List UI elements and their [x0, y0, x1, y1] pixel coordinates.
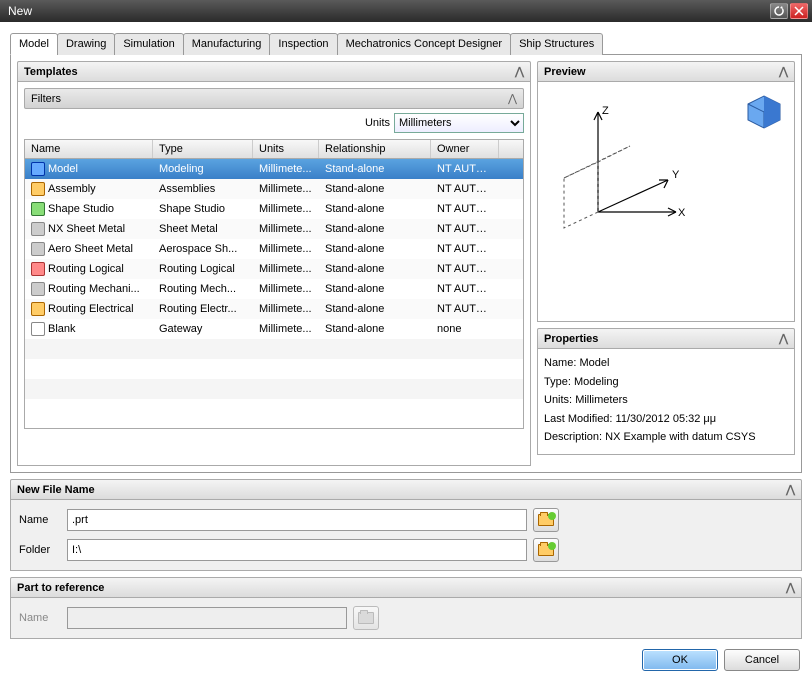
- browse-ref-button: [353, 606, 379, 630]
- file-icon: [31, 282, 45, 296]
- part-to-reference-header[interactable]: Part to reference ⋀: [10, 577, 802, 598]
- col-owner[interactable]: Owner: [431, 140, 499, 158]
- new-file-name-header[interactable]: New File Name ⋀: [10, 479, 802, 500]
- tab-drawing[interactable]: Drawing: [57, 33, 115, 55]
- ref-name-label: Name: [19, 612, 61, 624]
- reset-dialog-button[interactable]: [770, 3, 788, 19]
- file-icon: [31, 262, 45, 276]
- svg-text:Z: Z: [602, 105, 609, 117]
- cube-icon: [742, 90, 786, 134]
- chevron-up-icon: ⋀: [515, 65, 524, 78]
- name-label: Name: [19, 514, 61, 526]
- properties-header[interactable]: Properties ⋀: [537, 328, 795, 349]
- file-icon: [31, 322, 45, 336]
- new-file-name-label: New File Name: [17, 484, 95, 496]
- units-select[interactable]: Millimeters: [394, 113, 524, 133]
- file-icon: [31, 202, 45, 216]
- part-to-reference-label: Part to reference: [17, 582, 104, 594]
- folder-input[interactable]: [67, 539, 527, 561]
- preview-header-label: Preview: [544, 66, 586, 78]
- chevron-up-icon: ⋀: [508, 92, 517, 105]
- templates-grid: Name Type Units Relationship Owner Model…: [24, 139, 524, 429]
- chevron-up-icon: ⋀: [786, 581, 795, 594]
- close-button[interactable]: [790, 3, 808, 19]
- ok-button[interactable]: OK: [642, 649, 718, 671]
- col-rel[interactable]: Relationship: [319, 140, 431, 158]
- folder-icon: [538, 544, 554, 556]
- table-row: [25, 379, 523, 399]
- chevron-up-icon: ⋀: [786, 483, 795, 496]
- preview-pane: Z X Y: [537, 82, 795, 322]
- browse-name-button[interactable]: [533, 508, 559, 532]
- table-row[interactable]: Routing Mechani...Routing Mech...Millime…: [25, 279, 523, 299]
- col-units[interactable]: Units: [253, 140, 319, 158]
- tab-strip: ModelDrawingSimulationManufacturingInspe…: [10, 32, 802, 55]
- file-icon: [31, 222, 45, 236]
- tab-ship-structures[interactable]: Ship Structures: [510, 33, 603, 55]
- table-row[interactable]: ModelModelingMillimete...Stand-aloneNT A…: [25, 159, 523, 179]
- table-row[interactable]: Aero Sheet MetalAerospace Sh...Millimete…: [25, 239, 523, 259]
- axes-icon: Z X Y: [558, 102, 688, 242]
- col-name[interactable]: Name: [25, 140, 153, 158]
- folder-icon: [538, 514, 554, 526]
- table-row[interactable]: Routing LogicalRouting LogicalMillimete.…: [25, 259, 523, 279]
- filters-header[interactable]: Filters ⋀: [24, 88, 524, 109]
- chevron-up-icon: ⋀: [779, 65, 788, 78]
- properties-pane: Name: Model Type: Modeling Units: Millim…: [537, 349, 795, 455]
- tab-manufacturing[interactable]: Manufacturing: [183, 33, 271, 55]
- templates-header-label: Templates: [24, 66, 78, 78]
- title-bar: New: [0, 0, 812, 22]
- filters-header-label: Filters: [31, 93, 61, 105]
- tab-mechatronics-concept-designer[interactable]: Mechatronics Concept Designer: [337, 33, 512, 55]
- table-row: [25, 359, 523, 379]
- cancel-button[interactable]: Cancel: [724, 649, 800, 671]
- window-title: New: [4, 4, 768, 18]
- preview-header[interactable]: Preview ⋀: [537, 61, 795, 82]
- table-row[interactable]: Shape StudioShape StudioMillimete...Stan…: [25, 199, 523, 219]
- table-row[interactable]: AssemblyAssembliesMillimete...Stand-alon…: [25, 179, 523, 199]
- folder-icon: [358, 612, 374, 624]
- table-row: [25, 399, 523, 419]
- chevron-up-icon: ⋀: [779, 332, 788, 345]
- ref-name-input: [67, 607, 347, 629]
- file-name-input[interactable]: [67, 509, 527, 531]
- folder-label: Folder: [19, 544, 61, 556]
- units-label: Units: [365, 117, 390, 129]
- file-icon: [31, 182, 45, 196]
- tab-simulation[interactable]: Simulation: [114, 33, 183, 55]
- file-icon: [31, 162, 45, 176]
- properties-header-label: Properties: [544, 333, 598, 345]
- browse-folder-button[interactable]: [533, 538, 559, 562]
- file-icon: [31, 302, 45, 316]
- table-row: [25, 339, 523, 359]
- table-row[interactable]: NX Sheet MetalSheet MetalMillimete...Sta…: [25, 219, 523, 239]
- table-row[interactable]: Routing ElectricalRouting Electr...Milli…: [25, 299, 523, 319]
- tab-inspection[interactable]: Inspection: [269, 33, 337, 55]
- svg-text:Y: Y: [672, 169, 680, 181]
- table-row[interactable]: BlankGatewayMillimete...Stand-alonenone: [25, 319, 523, 339]
- file-icon: [31, 242, 45, 256]
- svg-text:X: X: [678, 207, 686, 219]
- tab-model[interactable]: Model: [10, 33, 58, 55]
- dialog-footer: OK Cancel: [0, 643, 812, 677]
- templates-header[interactable]: Templates ⋀: [17, 61, 531, 82]
- col-type[interactable]: Type: [153, 140, 253, 158]
